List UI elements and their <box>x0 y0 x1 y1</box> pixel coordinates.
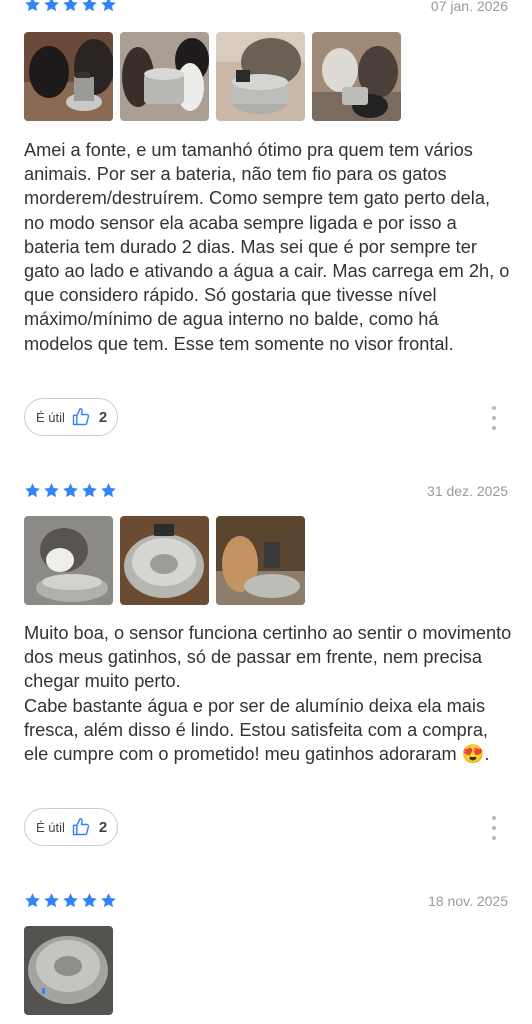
star-icon <box>100 482 117 499</box>
review-photo[interactable] <box>216 32 305 121</box>
more-options-icon[interactable] <box>490 816 498 840</box>
useful-label: É útil <box>36 409 65 425</box>
review-photo[interactable] <box>24 926 113 1015</box>
rating-stars <box>24 0 117 13</box>
thumbs-up-icon <box>71 817 91 837</box>
review-paragraph: Muito boa, o sensor funciona certinho ao… <box>24 623 512 692</box>
review-photos <box>24 32 401 121</box>
review-text: Amei a fonte, e um tamanhó ótimo pra que… <box>24 138 512 356</box>
review-paragraph: Cabe bastante água e por ser de alumínio… <box>24 695 490 765</box>
review-paragraph: Amei a fonte, e um tamanhó ótimo pra que… <box>24 140 510 354</box>
thumbs-up-icon <box>71 407 91 427</box>
star-icon <box>62 482 79 499</box>
rating-stars <box>24 892 117 909</box>
more-options-icon[interactable] <box>490 406 498 430</box>
star-icon <box>43 0 60 13</box>
review-photo[interactable] <box>312 32 401 121</box>
star-icon <box>62 0 79 13</box>
useful-count: 2 <box>98 818 108 836</box>
star-icon <box>43 482 60 499</box>
review-photos <box>24 516 305 605</box>
useful-count: 2 <box>98 408 108 426</box>
star-icon <box>81 0 98 13</box>
useful-label: É útil <box>36 819 65 835</box>
review-photos <box>24 926 113 1015</box>
star-icon <box>62 892 79 909</box>
review-photo[interactable] <box>216 516 305 605</box>
review-photo[interactable] <box>24 516 113 605</box>
star-icon <box>24 892 41 909</box>
rating-stars <box>24 482 117 499</box>
review-date: 31 dez. 2025 <box>427 483 508 499</box>
review-photo[interactable] <box>24 32 113 121</box>
star-icon <box>100 0 117 13</box>
star-icon <box>43 892 60 909</box>
star-icon <box>24 0 41 13</box>
review-date: 07 jan. 2026 <box>430 0 508 14</box>
useful-button[interactable]: É útil 2 <box>24 398 119 436</box>
star-icon <box>100 892 117 909</box>
useful-button[interactable]: É útil 2 <box>24 808 119 846</box>
review-photo[interactable] <box>120 516 209 605</box>
review-photo[interactable] <box>120 32 209 121</box>
review-text: Muito boa, o sensor funciona certinho ao… <box>24 621 512 766</box>
star-icon <box>81 482 98 499</box>
star-icon <box>81 892 98 909</box>
star-icon <box>24 482 41 499</box>
review-date: 18 nov. 2025 <box>428 893 508 909</box>
